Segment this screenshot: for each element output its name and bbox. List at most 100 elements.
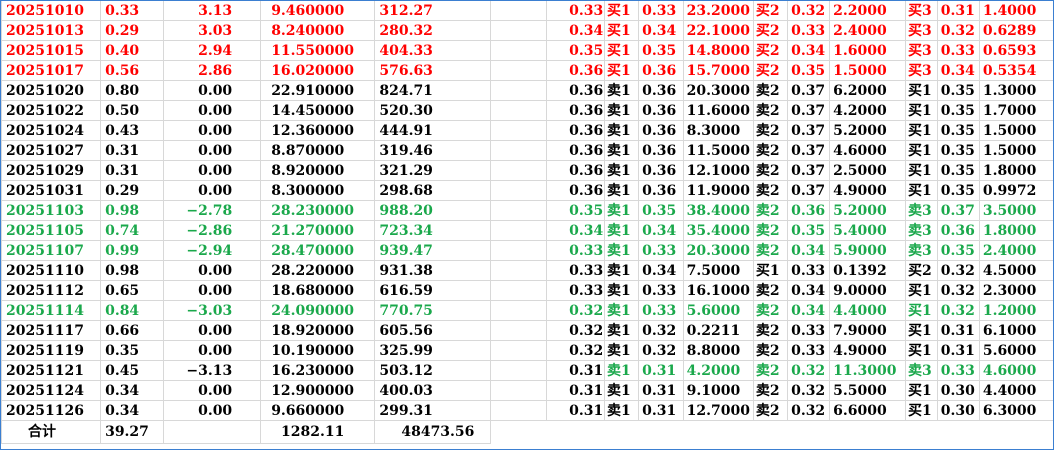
change-cell[interactable]: 0.50 (100, 100, 164, 121)
change-cell[interactable]: 0.80 (100, 80, 164, 101)
current-price-cell[interactable]: 0.36 (546, 120, 605, 141)
percent-cell[interactable]: 0.00 (162, 380, 262, 401)
level3-label-cell[interactable]: 买1 (905, 100, 938, 121)
price-cell[interactable]: 22.910000 (260, 80, 376, 101)
level1-volume-cell[interactable]: 22.1000 (682, 20, 754, 41)
level2-volume-cell[interactable]: 2.2000 (829, 0, 907, 21)
level3-label-cell[interactable]: 卖3 (905, 240, 938, 261)
level2-volume-cell[interactable]: 5.2000 (829, 120, 907, 141)
price-cell[interactable]: 11.550000 (260, 40, 376, 61)
percent-cell[interactable]: 0.00 (162, 100, 262, 121)
gap-cell[interactable] (490, 100, 548, 121)
level1-label-cell[interactable]: 买1 (603, 60, 640, 81)
level2-label-cell[interactable]: 买2 (752, 40, 789, 61)
level2-label-cell[interactable]: 卖2 (752, 80, 789, 101)
level3-price-cell[interactable]: 0.35 (936, 140, 980, 161)
level3-volume-cell[interactable]: 3.5000 (978, 200, 1054, 221)
current-price-cell[interactable]: 0.33 (546, 280, 605, 301)
level2-volume-cell[interactable]: 11.3000 (829, 360, 907, 381)
level3-volume-cell[interactable]: 1.3000 (978, 80, 1054, 101)
change-cell[interactable]: 0.66 (100, 320, 164, 341)
gap-cell[interactable] (490, 320, 548, 341)
price-cell[interactable]: 8.240000 (260, 20, 376, 41)
current-price-cell[interactable]: 0.32 (546, 320, 605, 341)
level2-price-cell[interactable]: 0.32 (787, 360, 831, 381)
level1-price-cell[interactable]: 0.31 (638, 360, 684, 381)
level3-label-cell[interactable]: 买1 (905, 380, 938, 401)
level2-price-cell[interactable]: 0.32 (787, 380, 831, 401)
date-cell[interactable]: 20251010 (0, 0, 102, 21)
date-cell[interactable]: 20251114 (0, 300, 102, 321)
change-cell[interactable]: 0.29 (100, 20, 164, 41)
level3-volume-cell[interactable]: 5.6000 (978, 340, 1054, 361)
date-cell[interactable]: 20251029 (0, 160, 102, 181)
level3-volume-cell[interactable]: 4.5000 (978, 260, 1054, 281)
date-cell[interactable]: 20251105 (0, 220, 102, 241)
percent-cell[interactable]: −2.78 (162, 200, 262, 221)
gap-cell[interactable] (490, 280, 548, 301)
amount-cell[interactable]: 770.75 (374, 300, 492, 321)
price-cell[interactable]: 21.270000 (260, 220, 376, 241)
current-price-cell[interactable]: 0.36 (546, 160, 605, 181)
level2-volume-cell[interactable]: 5.2000 (829, 200, 907, 221)
price-cell[interactable]: 18.920000 (260, 320, 376, 341)
level1-price-cell[interactable]: 0.35 (638, 40, 684, 61)
gap-cell[interactable] (490, 380, 548, 401)
level1-volume-cell[interactable]: 11.5000 (682, 140, 754, 161)
level1-label-cell[interactable]: 买1 (603, 0, 640, 21)
price-cell[interactable]: 24.090000 (260, 300, 376, 321)
level2-volume-cell[interactable]: 5.9000 (829, 240, 907, 261)
level2-volume-cell[interactable]: 1.5000 (829, 60, 907, 81)
level1-volume-cell[interactable]: 16.1000 (682, 280, 754, 301)
amount-cell[interactable]: 319.46 (374, 140, 492, 161)
level2-price-cell[interactable]: 0.33 (787, 260, 831, 281)
change-cell[interactable]: 0.74 (100, 220, 164, 241)
level1-volume-cell[interactable]: 12.7000 (682, 400, 754, 421)
level2-price-cell[interactable]: 0.34 (787, 40, 831, 61)
level1-volume-cell[interactable]: 12.1000 (682, 160, 754, 181)
level1-volume-cell[interactable]: 20.3000 (682, 240, 754, 261)
level1-price-cell[interactable]: 0.35 (638, 200, 684, 221)
level2-price-cell[interactable]: 0.34 (787, 280, 831, 301)
current-price-cell[interactable]: 0.31 (546, 380, 605, 401)
level1-price-cell[interactable]: 0.33 (638, 240, 684, 261)
total-label[interactable]: 合计 (0, 420, 102, 444)
level2-price-cell[interactable]: 0.33 (787, 340, 831, 361)
level2-label-cell[interactable]: 卖2 (752, 220, 789, 241)
percent-cell[interactable]: 2.86 (162, 60, 262, 81)
amount-cell[interactable]: 520.30 (374, 100, 492, 121)
gap-cell[interactable] (490, 0, 548, 21)
percent-cell[interactable]: 0.00 (162, 180, 262, 201)
amount-cell[interactable]: 280.32 (374, 20, 492, 41)
amount-cell[interactable]: 298.68 (374, 180, 492, 201)
amount-cell[interactable]: 988.20 (374, 200, 492, 221)
level3-price-cell[interactable]: 0.31 (936, 340, 980, 361)
date-cell[interactable]: 20251013 (0, 20, 102, 41)
change-cell[interactable]: 0.40 (100, 40, 164, 61)
current-price-cell[interactable]: 0.36 (546, 180, 605, 201)
level2-label-cell[interactable]: 买2 (752, 60, 789, 81)
current-price-cell[interactable]: 0.33 (546, 0, 605, 21)
level2-label-cell[interactable]: 卖2 (752, 340, 789, 361)
level3-volume-cell[interactable]: 2.4000 (978, 240, 1054, 261)
level2-volume-cell[interactable]: 4.6000 (829, 140, 907, 161)
level3-label-cell[interactable]: 买3 (905, 20, 938, 41)
date-cell[interactable]: 20251027 (0, 140, 102, 161)
percent-cell[interactable]: −3.13 (162, 360, 262, 381)
amount-cell[interactable]: 723.34 (374, 220, 492, 241)
percent-cell[interactable]: 0.00 (162, 400, 262, 421)
level3-label-cell[interactable]: 买1 (905, 320, 938, 341)
date-cell[interactable]: 20251126 (0, 400, 102, 421)
total-filler-cell[interactable] (490, 420, 1054, 444)
level2-price-cell[interactable]: 0.36 (787, 200, 831, 221)
level2-volume-cell[interactable]: 9.0000 (829, 280, 907, 301)
level1-label-cell[interactable]: 买1 (603, 20, 640, 41)
amount-cell[interactable]: 321.29 (374, 160, 492, 181)
level3-label-cell[interactable]: 买1 (905, 400, 938, 421)
level1-price-cell[interactable]: 0.31 (638, 380, 684, 401)
level1-volume-cell[interactable]: 23.2000 (682, 0, 754, 21)
gap-cell[interactable] (490, 400, 548, 421)
amount-cell[interactable]: 605.56 (374, 320, 492, 341)
total-amount-sum[interactable]: 48473.56 (374, 420, 492, 444)
level1-volume-cell[interactable]: 9.1000 (682, 380, 754, 401)
